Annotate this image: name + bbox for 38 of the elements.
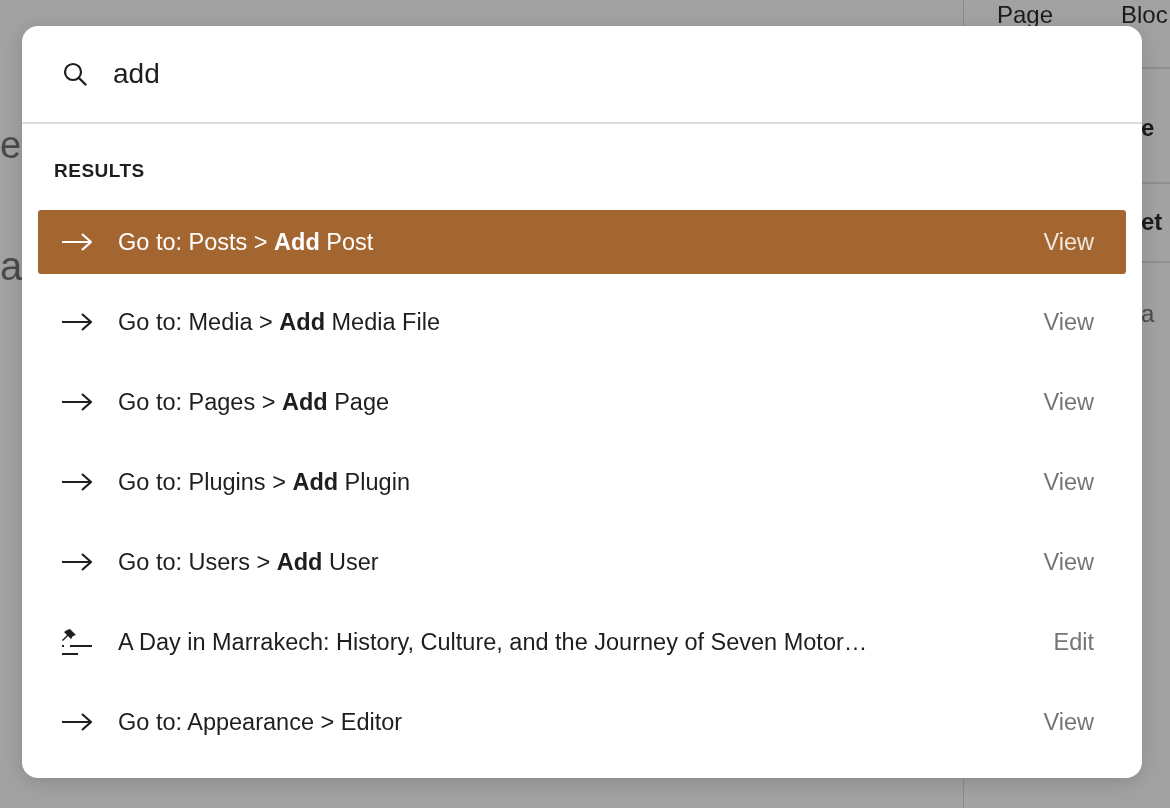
result-item[interactable]: Go to: Pages > Add Page View — [38, 370, 1126, 434]
result-action: View — [1043, 468, 1094, 496]
result-item[interactable]: A Day in Marrakech: History, Culture, and the Journey of Seven Motor… Edit — [38, 610, 1126, 674]
arrow-icon — [60, 552, 94, 572]
pinned-post-icon — [60, 628, 94, 656]
result-action: View — [1043, 228, 1094, 256]
panel-heading: et — [1141, 208, 1163, 236]
result-item[interactable]: Go to: Media > Add Media File View — [38, 290, 1126, 354]
result-action: View — [1043, 308, 1094, 336]
result-label: Go to: Posts > Add Post — [118, 228, 375, 256]
result-label: Go to: Appearance > Editor — [118, 708, 404, 736]
result-label: Go to: Pages > Add Page — [118, 388, 391, 416]
result-action: View — [1043, 548, 1094, 576]
arrow-icon — [60, 312, 94, 332]
result-item[interactable]: Go to: Posts > Add Post View — [38, 210, 1126, 274]
search-icon — [61, 60, 89, 88]
result-item[interactable]: Go to: Users > Add User View — [38, 530, 1126, 594]
result-item[interactable]: Go to: Plugins > Add Plugin View — [38, 450, 1126, 514]
heading-text: e — [0, 124, 22, 167]
panel-text: a — [1141, 300, 1155, 328]
body-text: a — [0, 244, 23, 289]
result-action: View — [1043, 708, 1094, 736]
result-action: View — [1043, 388, 1094, 416]
result-item[interactable]: Go to: Appearance > Editor View — [38, 690, 1126, 754]
panel-tab[interactable]: Page — [997, 1, 1054, 29]
result-label: Go to: Media > Add Media File — [118, 308, 441, 336]
result-label: Go to: Users > Add User — [118, 548, 380, 576]
arrow-icon — [60, 392, 94, 412]
result-label: A Day in Marrakech: History, Culture, and the Journey of Seven Motor… — [118, 628, 869, 656]
panel-heading: e — [1141, 114, 1155, 142]
search-field[interactable]: add — [113, 58, 713, 90]
result-label: Go to: Plugins > Add Plugin — [118, 468, 411, 496]
arrow-icon — [60, 712, 94, 732]
result-action: Edit — [1053, 628, 1094, 656]
results-heading: RESULTS — [53, 159, 146, 183]
panel-tab[interactable]: Bloc — [1121, 1, 1168, 29]
arrow-icon — [60, 232, 94, 252]
arrow-icon — [60, 472, 94, 492]
